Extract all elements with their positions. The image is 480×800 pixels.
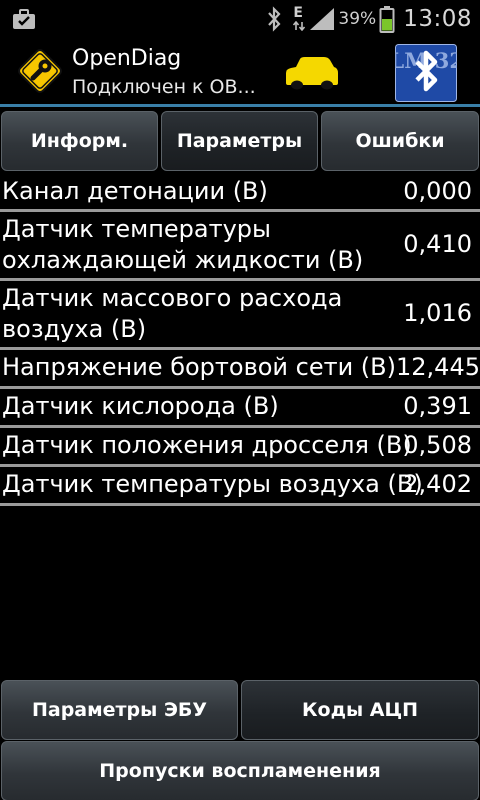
tab-info[interactable]: Информ. <box>1 111 158 171</box>
parameter-row[interactable]: Канал детонации (В) 0,000 <box>0 175 480 212</box>
tab-errors[interactable]: Ошибки <box>321 111 479 171</box>
parameter-row[interactable]: Датчик массового расхода воздуха (В) 1,0… <box>0 281 480 350</box>
parameter-row[interactable]: Напряжение бортовой сети (В) 12,445 <box>0 350 480 389</box>
status-bar: E 39% 13:08 <box>0 0 480 38</box>
parameter-name: Датчик массового расхода воздуха (В) <box>2 284 343 343</box>
network-type-indicator: E <box>292 5 306 32</box>
parameter-value: 0,391 <box>403 392 472 420</box>
parameter-row[interactable]: Датчик положения дросселя (В) 0,508 <box>0 428 480 467</box>
network-type-label: E <box>293 5 303 21</box>
briefcase-icon <box>13 9 35 29</box>
elm-bluetooth-icon[interactable]: ELM 327 <box>395 44 457 102</box>
ecu-parameters-button[interactable]: Параметры ЭБУ <box>1 680 238 740</box>
connection-status: Подключен к OB... <box>72 76 256 98</box>
clock: 13:08 <box>403 6 472 32</box>
adc-codes-button[interactable]: Коды АЦП <box>241 680 479 740</box>
battery-icon <box>379 6 395 33</box>
parameter-row[interactable]: Датчик кислорода (В) 0,391 <box>0 389 480 428</box>
action-bar-divider <box>0 104 480 107</box>
status-icons: E 39% 13:08 <box>266 0 472 38</box>
parameter-name: Датчик температуры воздуха (В) <box>2 470 423 498</box>
signal-icon <box>310 8 335 30</box>
car-icon[interactable] <box>282 54 340 92</box>
parameter-name: Датчик кислорода (В) <box>2 392 279 420</box>
parameter-value: 0,410 <box>403 230 472 258</box>
parameter-name: Датчик положения дросселя (В) <box>2 431 412 459</box>
parameter-row[interactable]: Датчик температуры воздуха (В) 2,402 <box>0 467 480 506</box>
parameter-value: 1,016 <box>403 299 472 327</box>
parameter-value: 12,445 <box>396 353 480 381</box>
app-title: OpenDiag <box>72 46 182 71</box>
misfires-button[interactable]: Пропуски воспламенения <box>1 741 479 800</box>
parameter-value: 2,402 <box>403 470 472 498</box>
parameter-value: 0,000 <box>403 177 472 205</box>
tab-bar: Информ. Параметры Ошибки <box>0 108 480 174</box>
battery-percent: 39% <box>338 9 377 29</box>
bluetooth-icon <box>268 6 281 32</box>
tab-parameters[interactable]: Параметры <box>161 111 318 171</box>
data-arrows-icon <box>293 21 306 31</box>
parameter-name: Напряжение бортовой сети (В) <box>2 353 396 381</box>
screen: E 39% 13:08 OpenDiag Подключен к OB... L… <box>0 0 480 800</box>
parameter-row[interactable]: Датчик температуры охлаждающей жидкости … <box>0 212 480 281</box>
parameter-name: Датчик температуры охлаждающей жидкости … <box>2 215 364 274</box>
parameter-list: Канал детонации (В) 0,000 Датчик темпера… <box>0 175 480 506</box>
parameter-name: Канал детонации (В) <box>2 177 268 205</box>
parameter-value: 0,508 <box>403 431 472 459</box>
app-logo-icon <box>18 49 62 93</box>
